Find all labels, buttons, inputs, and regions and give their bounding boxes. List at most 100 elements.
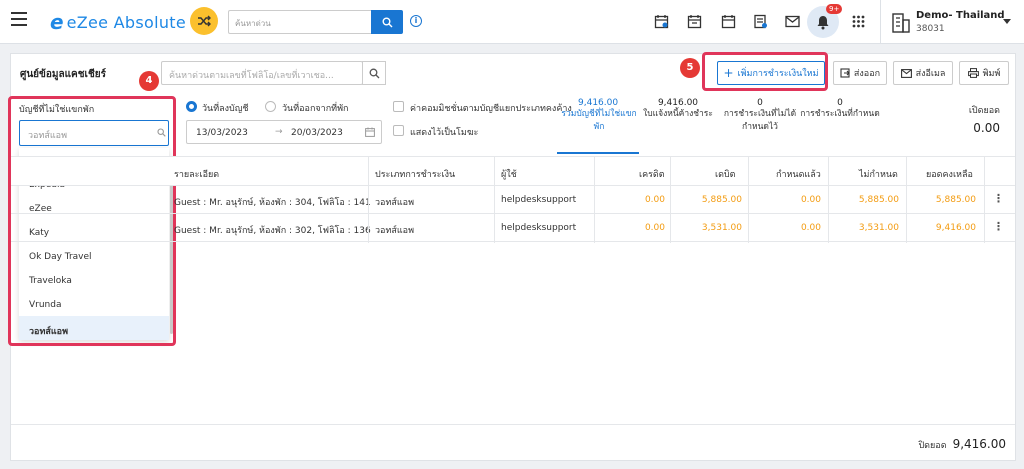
opening-balance-label: เปิดยอด (968, 106, 1000, 116)
table-header: รายละเอียด ประเภทการชำระเงิน ผู้ใช้ เครด… (11, 156, 1015, 186)
calendar-grid-icon[interactable] (685, 12, 703, 30)
opening-balance: เปิดยอด 0.00 (940, 103, 1000, 135)
date-to: 20/03/2023 (291, 128, 343, 138)
stat-label: การชำระเงินที่กำหนด (800, 109, 880, 119)
cell-user: helpdesksupport (501, 195, 577, 205)
stat-value: 9,416.00 (657, 98, 699, 108)
email-button[interactable]: ส่งอีเมล (893, 61, 953, 85)
column-divider (748, 156, 749, 243)
info-icon[interactable]: i (410, 15, 422, 27)
app-logo[interactable]: e eZee Absolute (50, 10, 186, 34)
opening-balance-value: 0.00 (973, 121, 1000, 135)
calendar-icon[interactable] (719, 12, 737, 30)
divider (880, 0, 881, 44)
date-range-input[interactable]: 13/03/2023 → 20/03/2023 (186, 120, 382, 144)
print-label: พิมพ์ (982, 69, 1001, 79)
stat-value: 0 (757, 98, 763, 108)
search-button[interactable] (371, 10, 403, 34)
radio-posting-date-label: วันที่ลงบัญชี (202, 104, 249, 114)
closing-balance-label: ปิดยอด (918, 441, 947, 451)
row-menu-icon[interactable]: ⋮ (993, 192, 1004, 205)
stat-value: 0 (837, 98, 843, 108)
cell-balance: 9,416.00 (935, 223, 976, 233)
hotel-id: 38031 (916, 24, 945, 34)
col-details[interactable]: รายละเอียด (174, 167, 219, 181)
cell-balance: 5,885.00 (935, 195, 976, 205)
quick-search-input[interactable]: ค้นหาด่วน (228, 10, 372, 34)
highlight-add-payment (702, 52, 828, 91)
column-divider (368, 156, 369, 243)
mail-icon (900, 68, 912, 78)
col-user[interactable]: ผู้ใช้ (501, 167, 517, 181)
calendar-add-icon[interactable] (652, 12, 670, 30)
export-icon (840, 68, 850, 78)
column-divider (906, 156, 907, 243)
stat-total-non-guest[interactable]: 9,416.00 รวมบัญชีที่ไม่ใช่แขก พัก (560, 98, 638, 134)
date-from: 13/03/2023 (196, 128, 248, 138)
print-icon (967, 68, 979, 78)
column-divider (984, 156, 985, 243)
row-menu-icon[interactable]: ⋮ (993, 220, 1004, 233)
column-divider (670, 156, 671, 243)
logo-mark: e (50, 10, 64, 34)
chevron-down-icon[interactable] (1003, 19, 1011, 24)
export-button[interactable]: ส่งออก (833, 61, 887, 85)
col-unassigned[interactable]: ไม่กำหนด (859, 167, 898, 181)
col-credit[interactable]: เครดิต (639, 167, 665, 181)
cell-credit: 0.00 (644, 223, 665, 233)
calendar-icon (365, 127, 375, 137)
cell-debit: 5,885.00 (701, 195, 742, 205)
active-tab-indicator (557, 152, 639, 154)
closing-balance-value: 9,416.00 (952, 437, 1006, 451)
radio-posting-date[interactable] (186, 101, 197, 112)
shuffle-icon[interactable] (190, 7, 218, 35)
step-badge-5: 5 (680, 58, 700, 78)
radio-checkout-date[interactable] (265, 101, 276, 112)
hotel-name[interactable]: Demo- Thailand (916, 10, 1005, 21)
col-debit[interactable]: เดบิต (715, 167, 735, 181)
stat-label: พัก (593, 122, 605, 132)
cell-unassigned: 3,531.00 (858, 223, 899, 233)
commission-checkbox[interactable] (393, 101, 404, 112)
cell-details: Guest : Mr. อนุรักษ์, ห้องพัก : 304, โฟล… (174, 198, 371, 208)
stat-assigned-payments[interactable]: 0 การชำระเงินที่กำหนด (800, 98, 880, 121)
cell-assigned: 0.00 (800, 195, 821, 205)
stat-label: รวมบัญชีที่ไม่ใช่แขก (561, 109, 637, 119)
col-payment-type[interactable]: ประเภทการชำระเงิน (375, 167, 455, 181)
table-row[interactable]: Guest : Mr. อนุรักษ์, ห้องพัก : 304, โฟล… (11, 186, 1015, 214)
cell-debit: 3,531.00 (701, 223, 742, 233)
radio-checkout-date-label: วันที่ออกจากที่พัก (282, 104, 349, 114)
column-divider (828, 156, 829, 243)
email-label: ส่งอีเมล (915, 69, 946, 79)
stat-label: ใบแจ้งหนี้ค้างชำระ (643, 109, 713, 119)
cell-payment-type: วอทส์แอพ (375, 226, 415, 236)
invoice-icon[interactable] (751, 12, 769, 30)
stat-outstanding-invoices[interactable]: 9,416.00 ใบแจ้งหนี้ค้างชำระ (643, 98, 713, 121)
mail-icon[interactable] (783, 12, 801, 30)
search-icon[interactable] (362, 61, 386, 85)
stat-label: กำหนดไว้ (742, 122, 778, 132)
page-title: ศูนย์ข้อมูลแคชเชียร์ (20, 69, 106, 80)
cell-details: Guest : Mr. อนุรักษ์, ห้องพัก : 302, โฟล… (174, 226, 371, 236)
step-badge-4: 4 (139, 71, 159, 91)
col-balance[interactable]: ยอดคงเหลือ (926, 167, 973, 181)
cell-payment-type: วอทส์แอพ (375, 198, 415, 208)
building-icon (892, 11, 910, 33)
col-assigned[interactable]: กำหนดแล้ว (776, 167, 821, 181)
notification-badge: 9+ (826, 4, 843, 14)
show-void-checkbox-label: แสดงไว้เป็นโมฆะ (410, 128, 479, 138)
column-divider (594, 156, 595, 243)
top-bar: e eZee Absolute ค้นหาด่วน i 9+ Demo- Tha… (0, 0, 1024, 44)
show-void-checkbox[interactable] (393, 125, 404, 136)
column-divider (494, 156, 495, 243)
table-row[interactable]: Guest : Mr. อนุรักษ์, ห้องพัก : 302, โฟล… (11, 214, 1015, 242)
apps-grid-icon[interactable] (849, 12, 867, 30)
stat-unassigned-payments[interactable]: 0 การชำระเงินที่ไม่ได้ กำหนดไว้ (720, 98, 800, 134)
footer-divider (11, 424, 1015, 425)
print-button[interactable]: พิมพ์ (959, 61, 1009, 85)
stat-value: 9,416.00 (578, 98, 619, 108)
cell-unassigned: 5,885.00 (858, 195, 899, 205)
folio-search-input[interactable]: ค้นหาด่วนตามเลขที่โฟลิโอ/เลขที่เวาเชอ... (161, 61, 363, 85)
menu-icon[interactable] (11, 12, 27, 26)
commission-checkbox-label: ค่าคอมมิชชั่นตามบัญชีแยกประเภทคงค้าง (410, 104, 572, 114)
